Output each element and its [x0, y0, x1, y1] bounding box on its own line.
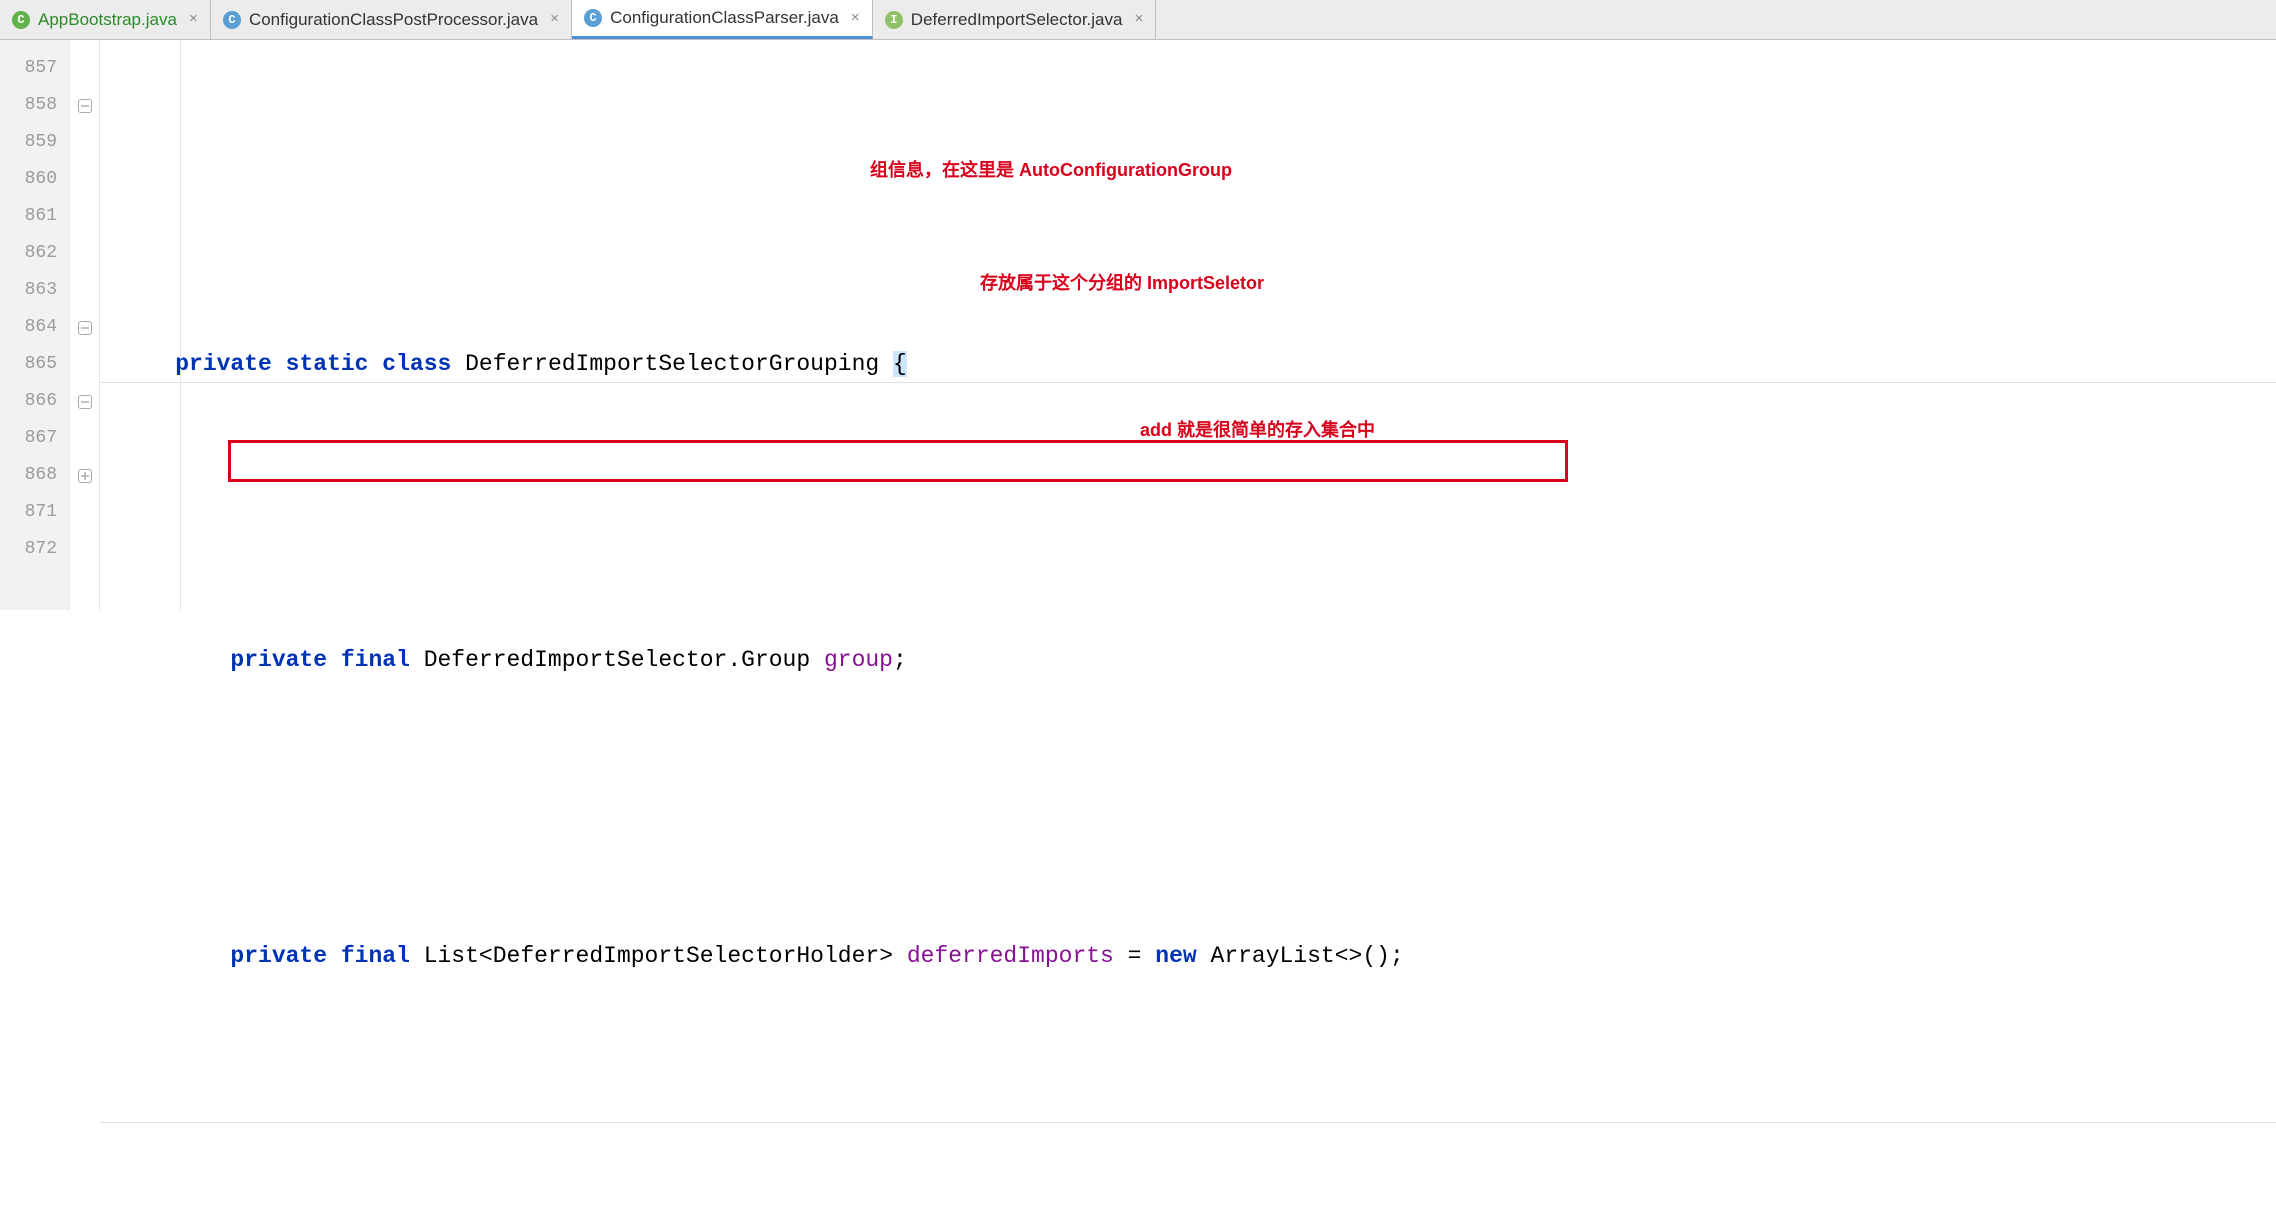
line-number: 859 — [0, 124, 69, 161]
code-line — [100, 198, 2276, 235]
tab-label: AppBootstrap.java — [38, 10, 177, 30]
code-line: private final List<DeferredImportSelecto… — [100, 938, 2276, 975]
close-icon[interactable]: × — [189, 11, 198, 28]
tab-config-postprocessor[interactable]: C ConfigurationClassPostProcessor.java × — [211, 0, 572, 39]
tab-bar: C AppBootstrap.java × C ConfigurationCla… — [0, 0, 2276, 40]
line-number: 865 — [0, 346, 69, 383]
code-line — [100, 1086, 2276, 1123]
tab-deferred-import[interactable]: I DeferredImportSelector.java × — [873, 0, 1157, 39]
line-number: 863 — [0, 272, 69, 309]
annotation: 组信息，在这里是 AutoConfigurationGroup — [870, 152, 1232, 189]
close-icon[interactable]: × — [851, 10, 860, 27]
code-area[interactable]: private static class DeferredImportSelec… — [100, 40, 2276, 610]
class-icon: C — [223, 11, 241, 29]
interface-icon: I — [885, 11, 903, 29]
fold-toggle[interactable] — [70, 457, 99, 494]
line-number: 864 — [0, 309, 69, 346]
fold-toggle[interactable] — [70, 383, 99, 420]
tab-appbootstrap[interactable]: C AppBootstrap.java × — [0, 0, 211, 39]
class-icon: C — [584, 9, 602, 27]
annotation: 存放属于这个分组的 ImportSeletor — [980, 265, 1264, 302]
tab-label: DeferredImportSelector.java — [911, 10, 1123, 30]
line-number: 858 — [0, 87, 69, 124]
tab-config-parser[interactable]: C ConfigurationClassParser.java × — [572, 0, 873, 39]
code-line: private static class DeferredImportSelec… — [100, 346, 2276, 383]
tab-label: ConfigurationClassPostProcessor.java — [249, 10, 538, 30]
line-number: 862 — [0, 235, 69, 272]
line-number-gutter: 857 858 859 860 861 862 863 864 865 866 … — [0, 40, 70, 610]
line-number: 857 — [0, 50, 69, 87]
line-number: 866 — [0, 383, 69, 420]
line-number: 867 — [0, 420, 69, 457]
line-number: 872 — [0, 531, 69, 568]
fold-toggle[interactable] — [70, 309, 99, 346]
fold-gutter — [70, 40, 100, 610]
line-number: 868 — [0, 457, 69, 494]
line-number: 871 — [0, 494, 69, 531]
line-number: 860 — [0, 161, 69, 198]
class-icon: C — [12, 11, 30, 29]
close-icon[interactable]: × — [1134, 11, 1143, 28]
editor: 857 858 859 860 861 862 863 864 865 866 … — [0, 40, 2276, 610]
fold-toggle[interactable] — [70, 87, 99, 124]
close-icon[interactable]: × — [550, 11, 559, 28]
code-line — [100, 494, 2276, 531]
code-line: private final DeferredImportSelector.Gro… — [100, 642, 2276, 679]
code-line — [100, 790, 2276, 827]
line-number: 861 — [0, 198, 69, 235]
tab-label: ConfigurationClassParser.java — [610, 8, 839, 28]
annotation: add 就是很简单的存入集合中 — [1140, 412, 1375, 449]
